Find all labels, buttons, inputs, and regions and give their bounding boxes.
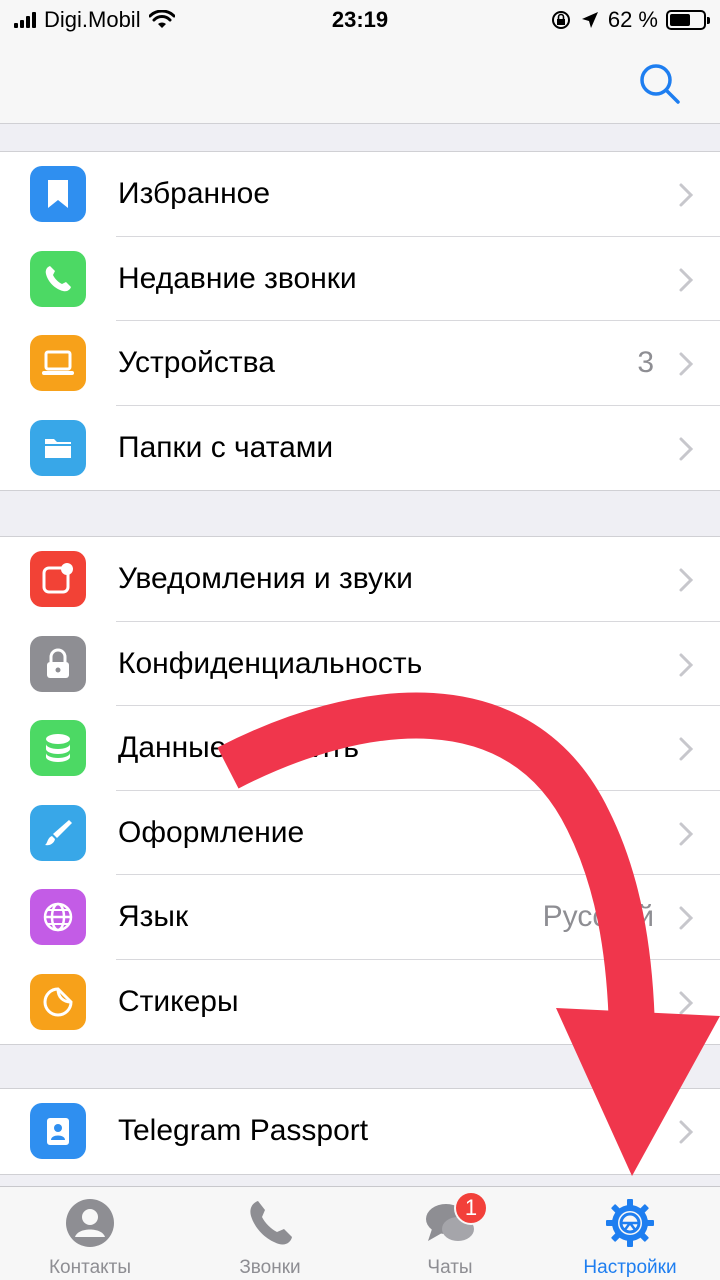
chevron-right-icon (679, 183, 694, 207)
lock-icon (30, 635, 86, 692)
chevron-right-icon (679, 906, 694, 930)
tab-calls[interactable]: Звонки (180, 1187, 360, 1280)
tab-label: Чаты (427, 1257, 473, 1278)
settings-row-appearance[interactable]: Оформление (0, 791, 720, 875)
settings-row-passport[interactable]: Telegram Passport (0, 1089, 720, 1174)
chevron-right-icon (679, 568, 694, 592)
database-icon (30, 720, 86, 776)
location-icon (581, 12, 598, 28)
nav-bar (0, 40, 720, 124)
laptop-icon (30, 335, 86, 391)
settings-row-data-storage[interactable]: Данные и память (0, 706, 720, 791)
settings-group-1: Избранное Недавние звонки Устройства 3 П… (0, 151, 720, 491)
brush-icon (30, 804, 86, 861)
search-icon[interactable] (636, 60, 684, 108)
row-label: Недавние звонки (118, 261, 357, 295)
settings-row-devices[interactable]: Устройства 3 (0, 321, 720, 406)
status-left: Digi.Mobil (14, 7, 175, 33)
chevron-right-icon (679, 822, 694, 845)
settings-row-favorites[interactable]: Избранное (0, 152, 720, 237)
folder-icon (30, 419, 86, 476)
row-label: Папки с чатами (118, 430, 334, 464)
stickers-badge: 1 (622, 987, 652, 1018)
row-label: Конфиденциальность (118, 646, 423, 680)
chevron-right-icon (679, 1120, 694, 1144)
tab-label: Звонки (239, 1257, 301, 1278)
chevron-right-icon (679, 991, 694, 1014)
row-label: Стикеры (118, 984, 239, 1018)
settings-row-recent-calls[interactable]: Недавние звонки (0, 237, 720, 321)
row-value: Русский (542, 900, 654, 934)
phone-icon (30, 250, 86, 307)
status-right: 62 % (550, 7, 710, 33)
tab-contacts[interactable]: Контакты (0, 1187, 180, 1280)
settings-row-privacy[interactable]: Конфиденциальность (0, 622, 720, 706)
row-value: 3 (637, 346, 654, 380)
settings-row-notifications[interactable]: Уведомления и звуки (0, 537, 720, 622)
chevron-right-icon (679, 437, 694, 460)
tab-label: Настройки (583, 1257, 677, 1278)
gear-icon (606, 1199, 654, 1247)
tab-chats[interactable]: 1 Чаты (360, 1187, 540, 1280)
tab-bar: Контакты Звонки 1 Чаты Настройки (0, 1186, 720, 1280)
row-label: Уведомления и звуки (118, 562, 413, 596)
status-bar: Digi.Mobil 23:19 62 % (0, 0, 720, 40)
row-label: Telegram Passport (118, 1114, 369, 1148)
notification-icon (30, 551, 86, 607)
sticker-icon (30, 973, 86, 1030)
row-label: Данные и память (118, 731, 359, 765)
chevron-right-icon (679, 268, 694, 291)
row-label: Язык (118, 900, 189, 934)
contact-icon (66, 1199, 114, 1247)
row-label: Избранное (118, 177, 271, 211)
tab-settings[interactable]: Настройки (540, 1187, 720, 1280)
row-label: Устройства (118, 346, 275, 380)
battery-percent: 62 % (607, 7, 658, 32)
rotation-lock-icon (551, 11, 570, 29)
signal-icon (14, 12, 36, 28)
wifi-icon (148, 10, 175, 28)
phone-icon (250, 1201, 292, 1245)
tab-label: Контакты (48, 1257, 132, 1278)
settings-group-3: Telegram Passport (0, 1088, 720, 1175)
carrier-name: Digi.Mobil (44, 7, 141, 32)
row-label: Оформление (118, 815, 305, 849)
settings-group-2: Уведомления и звуки Конфиденциальность Д… (0, 536, 720, 1045)
settings-row-chat-folders[interactable]: Папки с чатами (0, 406, 720, 491)
chevron-right-icon (679, 653, 694, 676)
settings-row-language[interactable]: Язык Русский (0, 875, 720, 960)
chats-badge: 1 (454, 1191, 488, 1225)
chevron-right-icon (679, 737, 694, 761)
passport-icon (30, 1103, 86, 1159)
bookmark-icon (30, 166, 86, 222)
globe-icon (30, 889, 86, 945)
settings-row-stickers[interactable]: Стикеры 1 (0, 960, 720, 1045)
chevron-right-icon (679, 352, 694, 376)
battery-icon (666, 10, 710, 30)
